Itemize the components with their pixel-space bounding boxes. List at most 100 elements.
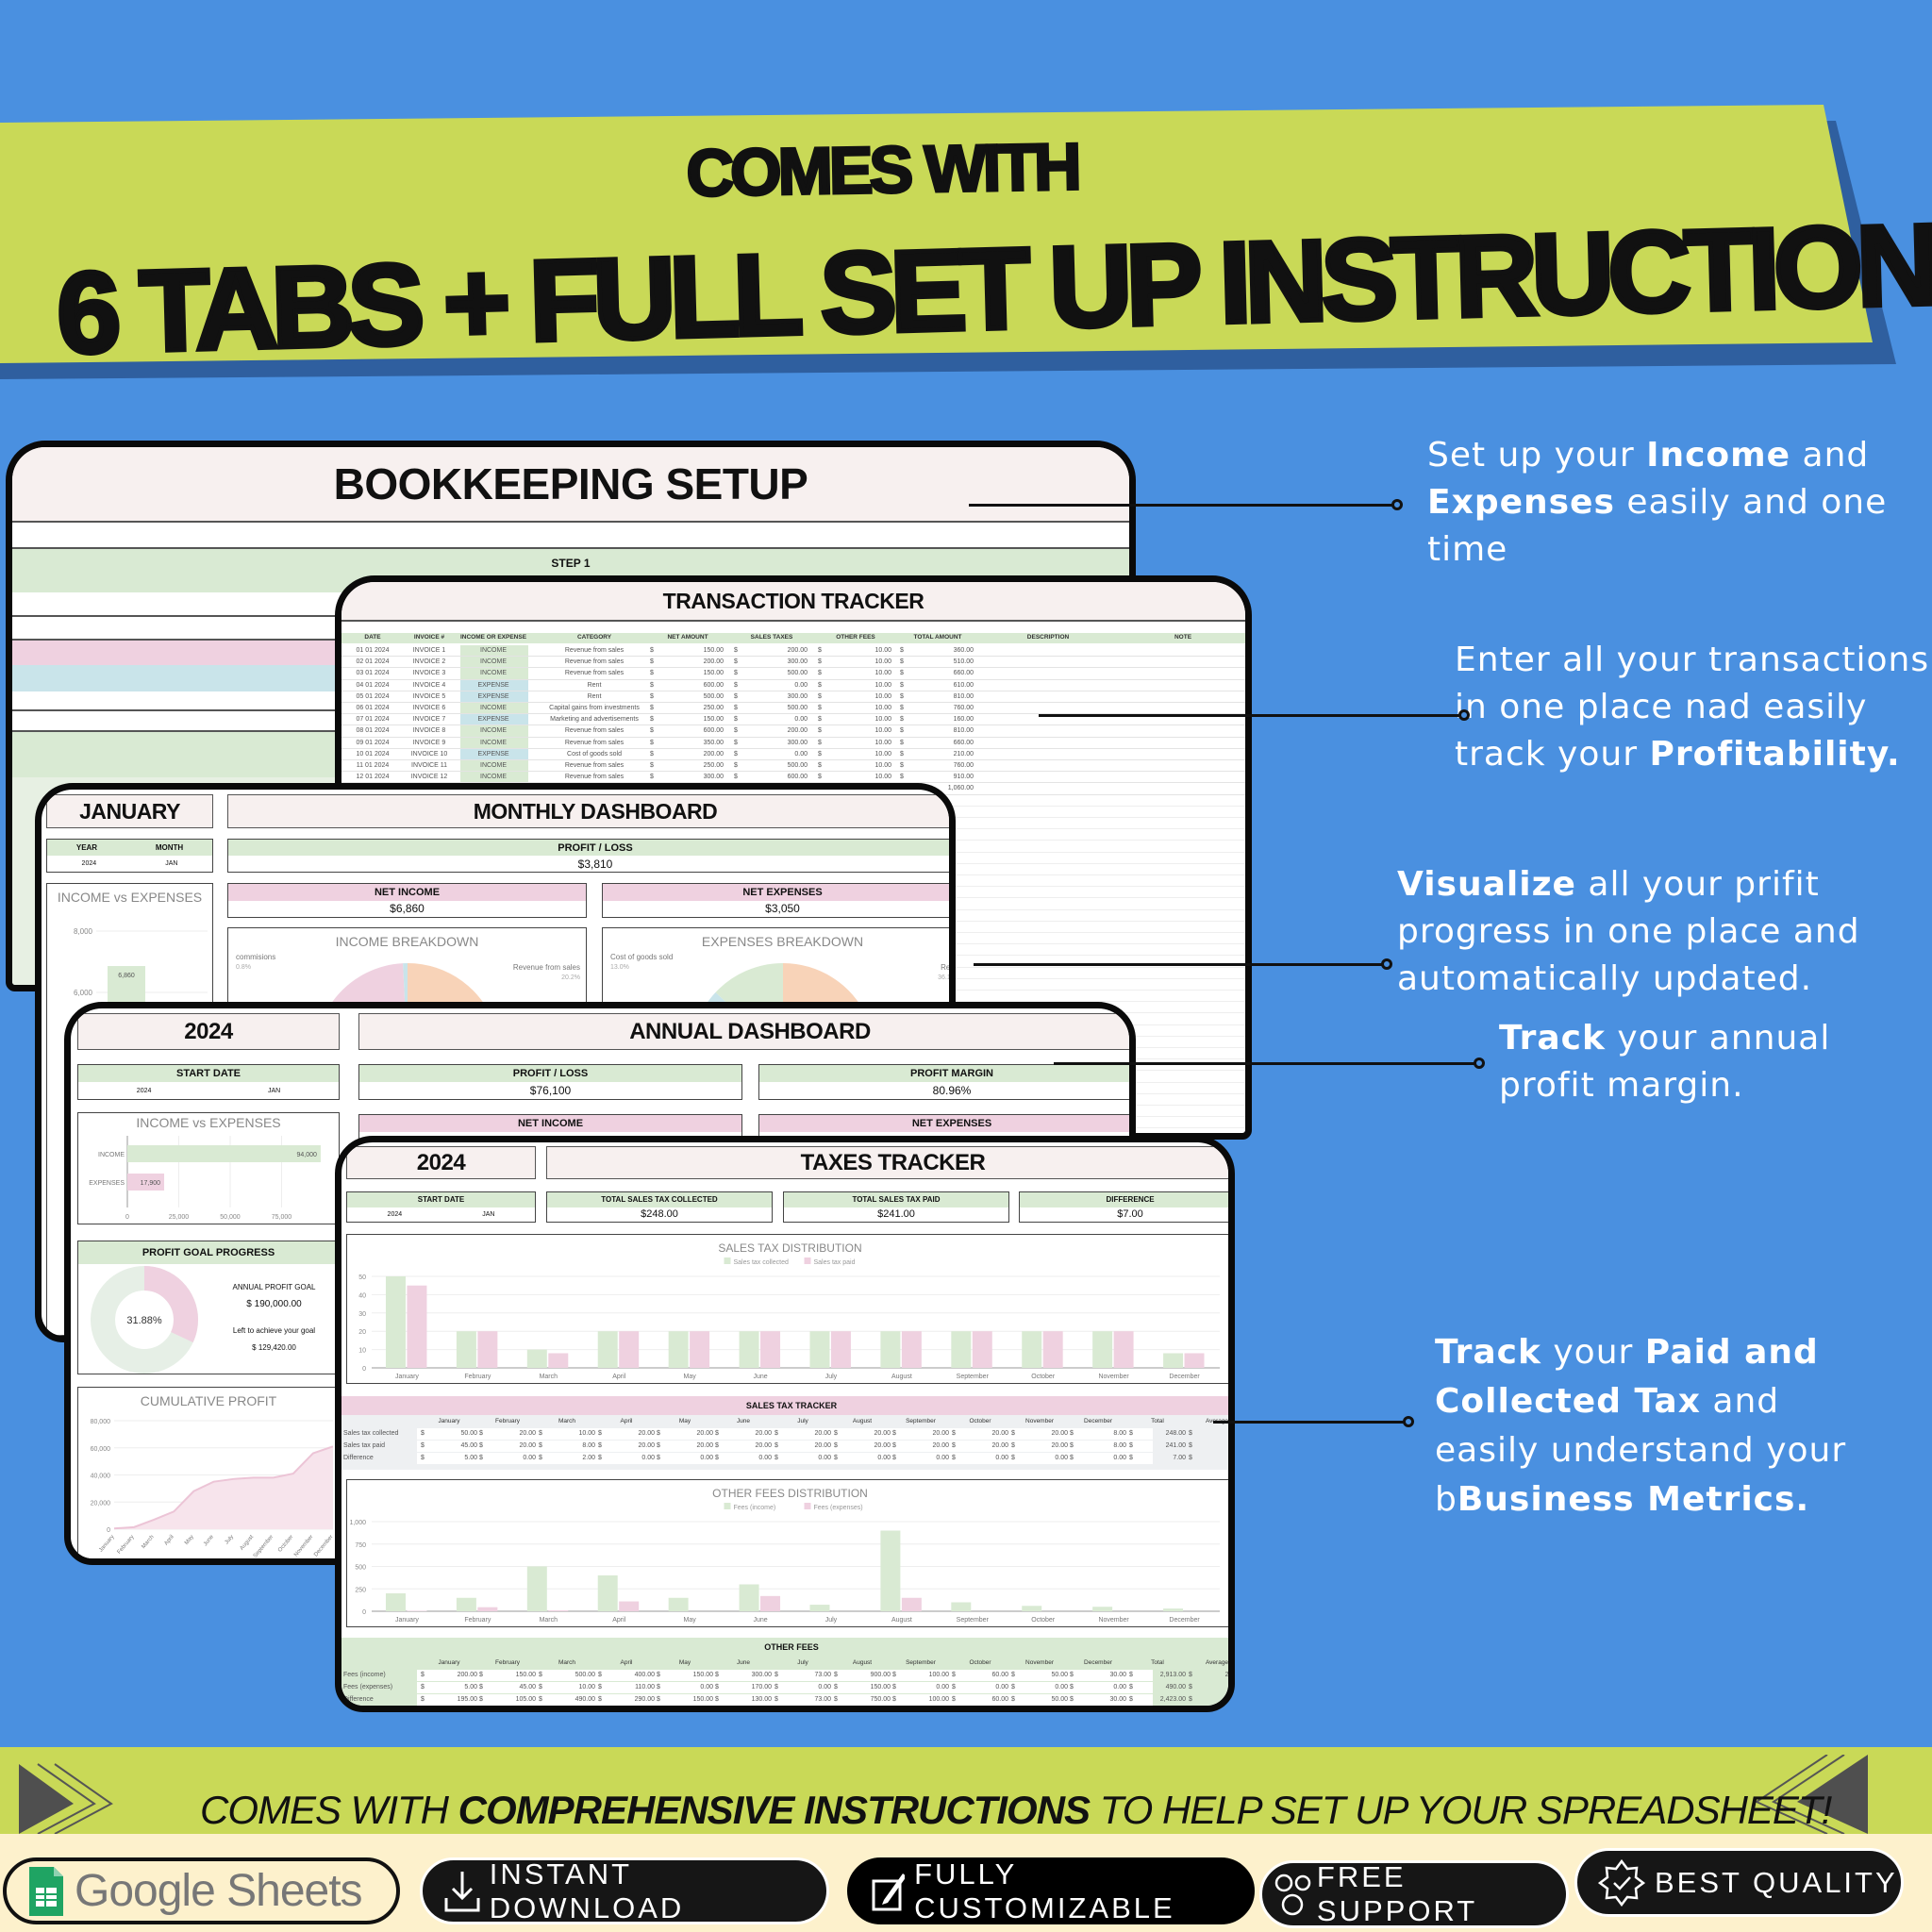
amount-cell: 20.08 — [1228, 1442, 1233, 1449]
table-cell: 10 01 2024 — [356, 750, 390, 758]
currency-symbol: $ — [539, 1430, 542, 1437]
currency-symbol: $ — [734, 739, 738, 746]
amount-cell: 50.00 — [1051, 1672, 1068, 1678]
currency-symbol: $ — [900, 739, 904, 746]
google-sheets-icon — [29, 1866, 63, 1916]
currency-symbol: $ — [834, 1696, 838, 1703]
month-title: JANUARY — [46, 794, 213, 828]
currency-symbol: $ — [734, 670, 738, 677]
column-header: March — [558, 1418, 576, 1424]
callout-text: your — [1541, 1333, 1645, 1372]
currency-symbol: $ — [774, 1672, 778, 1678]
currency-symbol: $ — [421, 1684, 425, 1690]
goal-value: $ 190,000.00 — [246, 1299, 302, 1309]
x-tick-label: 50,000 — [220, 1214, 241, 1221]
x-tick-label: September — [957, 1374, 990, 1380]
legend-label: Sales tax paid — [814, 1259, 856, 1266]
currency-symbol: $ — [657, 1455, 660, 1461]
currency-symbol: $ — [479, 1684, 483, 1690]
table-cell: 03 01 2024 — [356, 670, 390, 677]
currency-symbol: $ — [715, 1442, 719, 1449]
currency-symbol: $ — [650, 727, 654, 735]
amount-cell: 750.00 — [870, 1696, 891, 1703]
category-dropdown: Revenue from sales — [564, 739, 625, 746]
area-fill — [114, 1446, 333, 1529]
type-dropdown: EXPENSE — [477, 692, 509, 700]
legend-swatch — [804, 1503, 811, 1509]
year-value: 2024 — [81, 860, 97, 867]
row-label: Difference — [343, 1455, 374, 1461]
x-tick-label: August — [891, 1617, 912, 1624]
profit-margin-box: PROFIT MARGIN 80.96% — [758, 1064, 1129, 1100]
month-value[interactable]: JAN — [165, 860, 177, 867]
column-header: January — [438, 1659, 460, 1666]
data-label: 6,860 — [118, 973, 135, 979]
table-cell: 09 01 2024 — [356, 739, 390, 746]
amount-cell: 20.00 — [814, 1442, 831, 1449]
callout-bold-text: Visualize — [1397, 865, 1576, 904]
tax-paid-value: $241.00 — [877, 1208, 915, 1221]
x-tick-label: August — [240, 1534, 256, 1551]
type-dropdown: INCOME — [480, 762, 507, 769]
amount-cell: 660.00 — [953, 739, 974, 746]
table-cell: 04 01 2024 — [356, 681, 390, 689]
column-header: September — [906, 1659, 936, 1666]
amount-cell: 200.00 — [703, 750, 724, 758]
column-header: February — [494, 1418, 521, 1424]
table-cell: INVOICE 2 — [412, 658, 446, 666]
amount-cell: 0.00 — [936, 1455, 949, 1461]
y-tick-label: 0 — [362, 1366, 366, 1373]
x-tick-label: 75,000 — [272, 1214, 292, 1221]
amount-cell: 0.00 — [1055, 1684, 1068, 1690]
amount-cell: 20.00 — [519, 1442, 536, 1449]
amount-cell: 300.00 — [703, 774, 724, 781]
currency-symbol: $ — [818, 727, 822, 735]
taxes-tracker-card: 2024 TAXES TRACKER START DATE 2024 JAN TO… — [335, 1136, 1235, 1712]
goal-details: ANNUAL PROFIT GOAL $ 190,000.00 Left to … — [210, 1279, 338, 1357]
amount-cell: 400.00 — [634, 1672, 655, 1678]
start-date-selector[interactable]: START DATE 2024 JAN — [346, 1191, 536, 1223]
amount-cell: 200.00 — [787, 727, 808, 735]
currency-symbol: $ — [598, 1442, 602, 1449]
currency-symbol: $ — [734, 692, 738, 700]
profit-loss-box: PROFIT / LOSS $76,100 — [358, 1064, 742, 1100]
year-month-selector[interactable]: YEAR MONTH 2024 JAN — [46, 839, 213, 873]
amount-cell: 20.00 — [755, 1442, 772, 1449]
column-header: August — [852, 1418, 873, 1424]
amount-cell: 45.00 — [519, 1684, 536, 1690]
x-tick-label: February — [117, 1534, 136, 1555]
amount-cell: 242.75 — [1224, 1672, 1233, 1678]
amount-cell: 10.00 — [874, 727, 891, 735]
amount-cell: 150.00 — [703, 647, 724, 654]
amount-cell: 150.00 — [515, 1672, 536, 1678]
amount-cell: 7.00 — [1173, 1455, 1186, 1461]
badge-label: Google Sheets — [75, 1866, 363, 1916]
y-tick-label: 50 — [358, 1274, 366, 1281]
bar — [1042, 1331, 1063, 1368]
column-header: August — [852, 1659, 873, 1666]
amount-cell: 2,423.00 — [1159, 1696, 1186, 1703]
row-label: Fees (income) — [343, 1672, 386, 1678]
goal-title: PROFIT GOAL PROGRESS — [78, 1241, 339, 1264]
currency-symbol: $ — [952, 1672, 956, 1678]
currency-symbol: $ — [818, 658, 822, 666]
amount-cell: 8.00 — [582, 1442, 595, 1449]
x-tick-label: May — [684, 1374, 697, 1380]
type-dropdown: INCOME — [480, 705, 507, 711]
start-month[interactable]: JAN — [268, 1088, 280, 1094]
start-month[interactable]: JAN — [482, 1211, 494, 1218]
column-header: November — [1025, 1418, 1054, 1424]
start-year: 2024 — [387, 1210, 403, 1218]
currency-symbol: $ — [734, 750, 738, 758]
callout-bold-text: Profitability. — [1649, 735, 1901, 774]
category-dropdown: Rent — [587, 681, 602, 689]
amount-cell: 20.00 — [1051, 1442, 1068, 1449]
sales-tax-table: SALES TAX TRACKER January February March Apr… — [341, 1396, 1233, 1470]
amount-cell: 500.00 — [787, 762, 808, 769]
start-date-selector[interactable]: START DATE 2024 JAN — [77, 1064, 340, 1100]
currency-symbol: $ — [834, 1684, 838, 1690]
currency-symbol: $ — [657, 1672, 660, 1678]
bar — [1163, 1608, 1184, 1611]
currency-symbol: $ — [657, 1442, 660, 1449]
column-header: June — [736, 1418, 751, 1424]
